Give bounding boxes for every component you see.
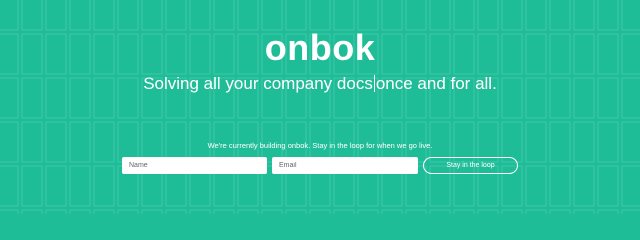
tagline-start: Solving all your company docs <box>143 74 373 93</box>
stay-in-loop-button[interactable]: Stay in the loop <box>423 157 518 174</box>
text-cursor <box>373 75 375 92</box>
signup-form: Stay in the loop <box>122 157 518 174</box>
name-input[interactable] <box>122 157 267 174</box>
landing-hero: onbok Solving all your company docs once … <box>0 0 640 214</box>
logo-wordmark: onbok <box>264 27 376 68</box>
signup-notice: We're currently building onbok. Stay in … <box>207 141 433 150</box>
email-input[interactable] <box>272 157 418 174</box>
tagline-end: once and for all. <box>375 74 497 93</box>
tagline: Solving all your company docs once and fo… <box>0 72 640 96</box>
